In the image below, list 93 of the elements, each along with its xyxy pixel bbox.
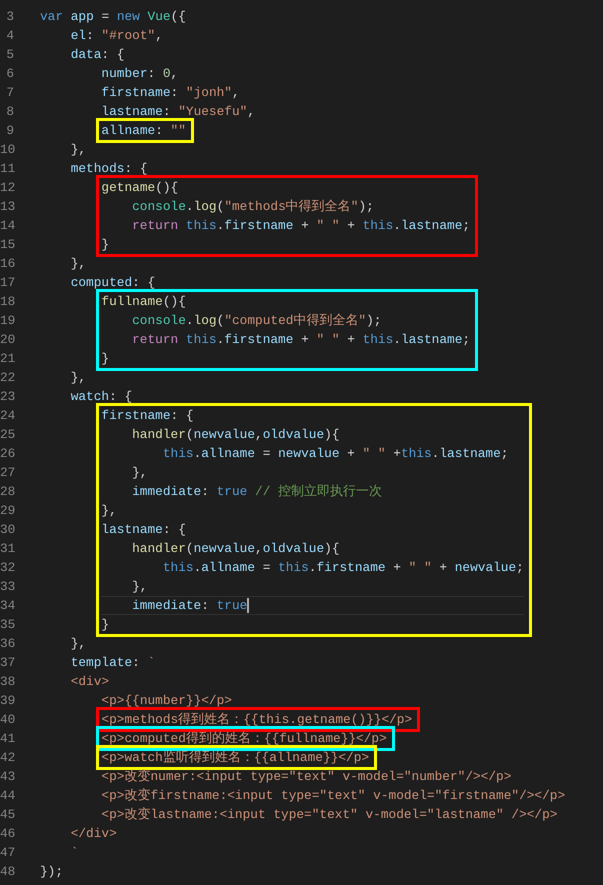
line-number: 23 bbox=[0, 388, 14, 406]
code-line: ` bbox=[70, 844, 80, 862]
line-number: 18 bbox=[0, 293, 14, 311]
line-number: 7 bbox=[5, 84, 14, 102]
code-line: firstname: { bbox=[101, 407, 195, 425]
line-number: 47 bbox=[0, 844, 14, 862]
line-number: 39 bbox=[0, 692, 14, 710]
code-line: <p>改变numer:<input type="text" v-model="number"/></p> bbox=[100, 768, 512, 786]
code-line: return this.firstname + " " + this.lastname; bbox=[131, 217, 470, 235]
line-number: 33 bbox=[0, 578, 14, 596]
line-number: 24 bbox=[0, 407, 14, 425]
line-number: 12 bbox=[0, 179, 14, 197]
line-number: 28 bbox=[0, 483, 14, 501]
line-number: 36 bbox=[0, 635, 14, 653]
code-line: immediate: true bbox=[101, 596, 524, 615]
line-number: 8 bbox=[5, 103, 14, 121]
line-number: 35 bbox=[0, 616, 14, 634]
line-number: 41 bbox=[0, 730, 14, 748]
line-number: 10 bbox=[0, 141, 14, 159]
code-line: } bbox=[101, 616, 110, 634]
line-number: 45 bbox=[0, 806, 14, 824]
line-number: 22 bbox=[0, 369, 14, 387]
line-number: 48 bbox=[0, 863, 14, 881]
line-number: 26 bbox=[0, 445, 14, 463]
line-number: 16 bbox=[0, 255, 14, 273]
code-line: }, bbox=[131, 464, 148, 482]
code-line: }, bbox=[70, 369, 88, 387]
line-number: 30 bbox=[0, 521, 14, 539]
code-line: }); bbox=[40, 863, 64, 881]
line-number: 14 bbox=[0, 217, 14, 235]
line-number: 27 bbox=[0, 464, 14, 482]
line-number: 32 bbox=[0, 559, 14, 577]
line-number: 46 bbox=[0, 825, 14, 843]
code-line: <div> bbox=[70, 673, 110, 691]
line-number: 25 bbox=[0, 426, 14, 444]
code-line: }, bbox=[101, 502, 118, 520]
code-line: firstname: "jonh", bbox=[100, 84, 241, 102]
line-number: 44 bbox=[0, 787, 14, 805]
line-number: 13 bbox=[0, 198, 14, 216]
code-line: template: ` bbox=[70, 654, 156, 672]
code-line: <p>改变firstname:<input type="text" v-model="firstname"/></p> bbox=[100, 787, 566, 805]
code-line: handler(newvalue,oldvalue){ bbox=[131, 540, 340, 558]
code-line: watch: { bbox=[70, 388, 134, 406]
code-line: }, bbox=[131, 578, 148, 596]
line-number: 42 bbox=[0, 749, 14, 767]
line-number: 31 bbox=[0, 540, 14, 558]
line-number: 3 bbox=[5, 8, 14, 26]
code-line: <p>watch监听得到姓名：{{allname}}</p> bbox=[101, 749, 370, 767]
line-number: 5 bbox=[5, 46, 14, 64]
code-line: getname(){ bbox=[101, 179, 180, 197]
line-number: 38 bbox=[0, 673, 14, 691]
code-line: return this.firstname + " " + this.lastname; bbox=[131, 331, 470, 349]
line-number: 11 bbox=[0, 160, 14, 178]
code-line: <p>{{number}}</p> bbox=[100, 692, 233, 710]
code-line: methods: { bbox=[70, 160, 149, 178]
code-line: } bbox=[101, 236, 110, 254]
line-number: 21 bbox=[0, 350, 14, 368]
line-number: 34 bbox=[0, 597, 14, 615]
line-number: 19 bbox=[0, 312, 14, 330]
line-number: 43 bbox=[0, 768, 14, 786]
code-line: immediate: true // 控制立即执行一次 bbox=[131, 483, 384, 501]
line-number: 17 bbox=[0, 274, 14, 292]
code-line: this.allname = newvalue + " " +this.lastname; bbox=[162, 445, 510, 463]
code-line: } bbox=[101, 350, 110, 368]
code-line: handler(newvalue,oldvalue){ bbox=[131, 426, 340, 444]
code-line: <p>computed得到的姓名：{{fullname}}</p> bbox=[101, 730, 387, 748]
code-line: el: "#root", bbox=[70, 27, 164, 45]
line-number: 15 bbox=[0, 236, 14, 254]
line-number: 40 bbox=[0, 711, 14, 729]
code-line: lastname: "Yuesefu", bbox=[100, 103, 256, 121]
code-line: data: { bbox=[70, 46, 126, 64]
code-line: <p>改变lastname:<input type="text" v-model="lastname" /></p> bbox=[100, 806, 558, 824]
code-line: fullname(){ bbox=[101, 293, 187, 311]
line-number: 6 bbox=[5, 65, 14, 83]
code-line: number: 0, bbox=[100, 65, 180, 83]
line-number: 29 bbox=[0, 502, 14, 520]
line-number: 20 bbox=[0, 331, 14, 349]
line-number: 37 bbox=[0, 654, 14, 672]
code-line: this.allname = this.firstname + " " + newvalue; bbox=[162, 559, 524, 577]
code-line: }, bbox=[70, 635, 88, 653]
code-line: var app = new Vue({ bbox=[40, 8, 187, 26]
code-line: lastname: { bbox=[101, 521, 187, 539]
code-line: console.log("computed中得到全名"); bbox=[131, 312, 382, 330]
text-cursor bbox=[247, 598, 250, 614]
code-line: </div> bbox=[70, 825, 118, 843]
code-line: allname: "" bbox=[101, 122, 186, 140]
code-line: }, bbox=[70, 255, 88, 273]
code-line: console.log("methods中得到全名"); bbox=[131, 198, 375, 216]
line-number: 4 bbox=[5, 27, 14, 45]
code-line: computed: { bbox=[70, 274, 156, 292]
code-line: }, bbox=[70, 141, 88, 159]
line-number: 9 bbox=[5, 122, 14, 140]
code-line: <p>methods得到姓名：{{this.getname()}}</p> bbox=[101, 711, 412, 729]
